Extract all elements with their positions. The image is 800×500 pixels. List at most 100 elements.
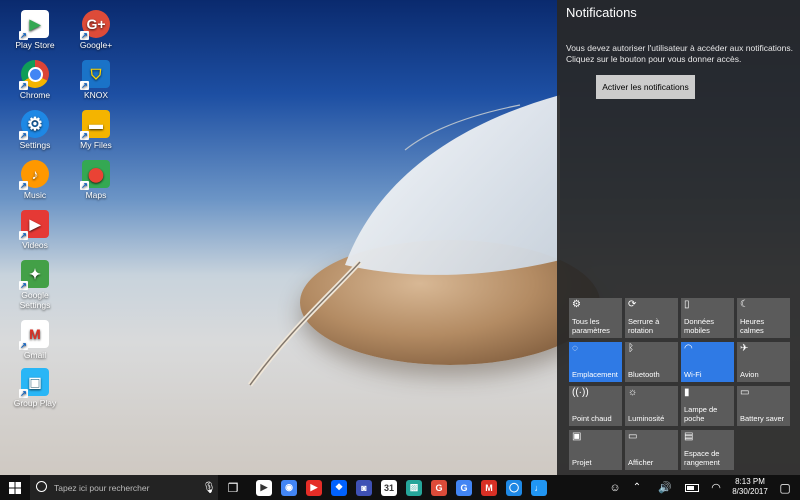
- quick-action-label: Battery saver: [740, 414, 785, 423]
- desktop-icon-maps[interactable]: ⬤ ↗ Maps: [61, 160, 131, 200]
- desktop-icon-label: Play Store: [15, 40, 55, 50]
- people-icon[interactable]: ☺: [606, 478, 624, 497]
- quick-action-tile[interactable]: ▭ Afficher: [625, 430, 678, 470]
- quick-action-tile[interactable]: ◠ Wi-Fi: [681, 342, 734, 382]
- taskbar-app-button[interactable]: 31: [379, 478, 399, 497]
- desktop-icon-group-play[interactable]: ▣ ↗ Group Play: [0, 368, 70, 408]
- quick-action-label: Espace de rangement: [684, 449, 720, 467]
- storage-icon: ▤: [684, 431, 694, 442]
- taskbar-app-button[interactable]: M: [479, 478, 499, 497]
- group-play-icon: ▣ ↗: [19, 368, 49, 398]
- desktop-icon-knox[interactable]: ⛉ ↗ KNOX: [61, 60, 131, 100]
- project-icon: ▣: [572, 431, 582, 442]
- quick-action-tile[interactable]: ᛒ Bluetooth: [625, 342, 678, 382]
- google-settings-icon: ✦ ↗: [19, 260, 49, 290]
- quick-action-tile[interactable]: ▤ Espace de rangement: [681, 430, 734, 470]
- notification-panel: Notifications Vous devez autoriser l'uti…: [557, 0, 800, 475]
- taskbar-app-button[interactable]: ◙: [354, 478, 374, 497]
- gallery-icon: ▨: [406, 479, 422, 496]
- google-plus-icon: G+ ↗: [80, 10, 110, 40]
- quick-action-tile[interactable]: ▯ Données mobiles: [681, 298, 734, 338]
- quick-action-tile[interactable]: ☾ Heures calmes: [737, 298, 790, 338]
- desktop-icon-label: Music: [23, 190, 47, 200]
- calendar-icon: 31: [381, 479, 397, 496]
- quick-action-label: Heures calmes: [740, 317, 765, 335]
- desktop-icon-label: Google Settings: [19, 290, 51, 310]
- quick-action-label: Wi-Fi: [684, 370, 702, 379]
- taskbar-app-button[interactable]: ▨: [404, 478, 424, 497]
- notification-message: Vous devez autoriser l'utilisateur à acc…: [566, 43, 793, 64]
- quick-action-tile[interactable]: ▭ Battery saver: [737, 386, 790, 426]
- system-clock[interactable]: 8:13 PM 8/30/2017: [730, 477, 770, 497]
- moon-icon: ☾: [740, 299, 749, 310]
- start-button[interactable]: [4, 478, 26, 497]
- desktop-icon-settings[interactable]: ⚙ ↗ Settings: [0, 110, 70, 150]
- quick-action-label: Projet: [572, 458, 592, 467]
- folder-icon: ▬ ↗: [80, 110, 110, 140]
- quick-action-label: Afficher: [628, 458, 654, 467]
- taskbar-app-button[interactable]: ◉: [279, 478, 299, 497]
- cortana-icon: [36, 481, 47, 492]
- desktop-icon-play-store[interactable]: ▶ ↗ Play Store: [0, 10, 70, 50]
- knox-icon: ⛉ ↗: [80, 60, 110, 90]
- battery-icon[interactable]: [683, 478, 701, 497]
- desktop-icon-google-plus[interactable]: G+ ↗ Google+: [61, 10, 131, 50]
- quick-action-tile[interactable]: ▮ Lampe de poche: [681, 386, 734, 426]
- quick-action-label: Luminosité: [628, 414, 665, 423]
- taskbar-app-button[interactable]: ❖: [329, 478, 349, 497]
- desktop-icon-videos[interactable]: ▶ ↗ Videos: [0, 210, 70, 250]
- windows-logo-icon: [9, 481, 21, 494]
- quick-action-label: Serrure à rotation: [628, 317, 660, 335]
- desktop-icon-label: Group Play: [13, 398, 57, 408]
- quick-action-tile[interactable]: ((·)) Point chaud: [569, 386, 622, 426]
- hotspot-icon: ((·)): [572, 387, 589, 398]
- desktop-icon-label: Videos: [22, 240, 48, 250]
- quick-action-label: Emplacement: [572, 370, 618, 379]
- maps-icon: ⬤ ↗: [80, 160, 110, 190]
- google-plus-icon: G: [431, 479, 447, 496]
- desktop-icon-my-files[interactable]: ▬ ↗ My Files: [61, 110, 131, 150]
- quick-action-tile[interactable]: ✈ Avion: [737, 342, 790, 382]
- taskbar-app-button[interactable]: ▶: [304, 478, 324, 497]
- volume-icon[interactable]: 🔊: [656, 478, 674, 497]
- quick-action-tile[interactable]: ⚙ Tous les paramètres: [569, 298, 622, 338]
- rotation-lock-icon: ⟳: [628, 299, 637, 310]
- taskbar-search-box[interactable]: Tapez ici pour rechercher 🎙: [30, 475, 218, 500]
- play-store-icon: ▶ ↗: [19, 10, 49, 40]
- chevron-up-icon[interactable]: ⌃: [630, 478, 644, 497]
- quick-action-tile[interactable]: ☼ Luminosité: [625, 386, 678, 426]
- desktop-icon-label: Chrome: [19, 90, 51, 100]
- enable-notifications-button[interactable]: Activer les notifications: [596, 75, 695, 99]
- quick-action-tile[interactable]: ◌ Emplacement: [569, 342, 622, 382]
- taskbar: Tapez ici pour rechercher 🎙 ❐ ▶ ◉ ▶ ❖ ◙ 31 ▨ G G…: [0, 475, 800, 500]
- desktop-icon-google-settings[interactable]: ✦ ↗ Google Settings: [0, 260, 70, 310]
- action-center-icon[interactable]: ▢: [776, 478, 794, 497]
- quick-action-tile[interactable]: ▣ Projet: [569, 430, 622, 470]
- desktop-icon-gmail[interactable]: M ↗ Gmail: [0, 320, 70, 360]
- location-icon: ◌: [572, 343, 578, 354]
- microphone-icon[interactable]: 🎙: [202, 481, 216, 494]
- voice-search-icon: ♩: [531, 479, 547, 496]
- quick-action-tile[interactable]: ⟳ Serrure à rotation: [625, 298, 678, 338]
- taskbar-app-button[interactable]: G: [429, 478, 449, 497]
- clock-time: 8:13 PM: [735, 477, 765, 486]
- desktop-icon-chrome[interactable]: ↗ Chrome: [0, 60, 70, 100]
- bluetooth-icon: ᛒ: [628, 343, 634, 354]
- gmail-icon: M ↗: [19, 320, 49, 350]
- desktop-icon-music[interactable]: ♪ ↗ Music: [0, 160, 70, 200]
- taskbar-app-button[interactable]: ▶: [254, 478, 274, 497]
- taskbar-app-button[interactable]: ♩: [529, 478, 549, 497]
- desktop-icon-label: Google+: [79, 40, 113, 50]
- google-icon: G: [456, 479, 472, 496]
- search-placeholder: Tapez ici pour rechercher: [54, 483, 150, 493]
- desktop-icon-label: Settings: [19, 140, 51, 150]
- taskbar-app-button[interactable]: ◯: [504, 478, 524, 497]
- settings-gear-icon: ⚙ ↗: [19, 110, 49, 140]
- quick-action-label: Tous les paramètres: [572, 317, 610, 335]
- quick-action-label: Données mobiles: [684, 317, 715, 335]
- wifi-icon: ◠: [684, 343, 693, 354]
- task-view-icon[interactable]: ❐: [224, 478, 242, 497]
- desktop-icon-label: Maps: [85, 190, 107, 200]
- taskbar-app-button[interactable]: G: [454, 478, 474, 497]
- wifi-icon[interactable]: ◠: [707, 478, 725, 497]
